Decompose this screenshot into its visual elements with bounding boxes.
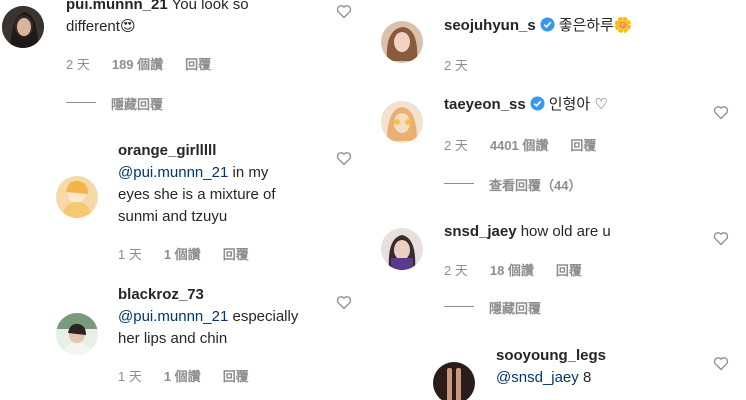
mention-link[interactable]: @pui.munnn_21	[118, 164, 228, 181]
heart-eyes-emoji: 😍	[119, 18, 136, 35]
comment-time[interactable]: 1 天	[118, 247, 142, 262]
comment-username[interactable]: sooyoung_legs	[496, 347, 606, 364]
heart-outline-icon[interactable]	[713, 105, 729, 120]
comment-username[interactable]: pui.munnn_21	[66, 0, 168, 13]
comment-time[interactable]: 2 天	[444, 58, 468, 73]
comment-username[interactable]: seojuhyun_s	[444, 17, 536, 34]
comment-body: 8	[578, 369, 592, 386]
comment-likes[interactable]: 1 個讚	[164, 247, 201, 262]
comment-meta: 2 天	[444, 55, 490, 74]
verified-badge-icon	[540, 17, 555, 32]
comment-time[interactable]: 2 天	[66, 57, 90, 72]
comment-body: in my	[228, 164, 269, 181]
comment-body-line3: sunmi and tzuyu	[118, 208, 228, 225]
avatar[interactable]	[2, 6, 44, 48]
comment-meta: 2 天 189 個讚 回覆	[66, 54, 233, 73]
comment-body: especially	[228, 308, 299, 325]
reply-button[interactable]: 回覆	[570, 138, 596, 153]
comment-username[interactable]: blackroz_73	[118, 286, 204, 303]
avatar[interactable]	[56, 313, 98, 355]
heart-outline-icon[interactable]	[713, 231, 729, 246]
hide-replies-button[interactable]: 隱藏回覆	[111, 94, 163, 113]
avatar[interactable]	[381, 21, 423, 63]
comment-text: pui.munnn_21 You look so different😍	[66, 0, 326, 38]
heart-outline-icon[interactable]	[336, 151, 352, 166]
comment-meta: 1 天 1 個讚 回覆	[118, 244, 271, 263]
comment-meta: 1 天 1 個讚 回覆	[118, 366, 271, 385]
view-replies-button[interactable]: 查看回覆（44）	[489, 175, 581, 194]
comment-body-line2: her lips and chin	[118, 330, 228, 347]
divider-line	[444, 183, 474, 184]
comment-body-line2: eyes she is a mixture of	[118, 186, 276, 203]
comment-time[interactable]: 2 天	[444, 138, 468, 153]
hide-replies-button[interactable]: 隱藏回覆	[489, 298, 541, 317]
avatar[interactable]	[381, 228, 423, 270]
comment-meta: 2 天 18 個讚 回覆	[444, 260, 604, 279]
verified-badge-icon	[530, 96, 545, 111]
flower-emoji: 🌼	[613, 17, 633, 34]
mention-link[interactable]: @pui.munnn_21	[118, 308, 228, 325]
reply-button[interactable]: 回覆	[223, 369, 249, 384]
comment-text: orange_girlllll @pui.munnn_21 in my eyes…	[118, 140, 328, 228]
comment-text: blackroz_73 @pui.munnn_21 especially her…	[118, 284, 338, 350]
comment-text: snsd_jaey how old are u	[444, 221, 704, 243]
heart-outline-icon[interactable]	[336, 295, 352, 310]
comment-username[interactable]: snsd_jaey	[444, 223, 517, 240]
divider-line	[444, 306, 474, 307]
comment-likes[interactable]: 189 個讚	[112, 57, 163, 72]
heart-outline-icon[interactable]	[713, 356, 729, 371]
avatar[interactable]	[381, 101, 423, 143]
avatar[interactable]	[433, 362, 475, 400]
comment-body: You look so	[171, 0, 249, 13]
comment-likes[interactable]: 1 個讚	[164, 369, 201, 384]
comment-body: how old are u	[520, 223, 611, 240]
comment-time[interactable]: 1 天	[118, 369, 142, 384]
comment-body: 인형아 ♡	[548, 96, 608, 113]
comment-text: seojuhyun_s 좋은하루🌼	[444, 15, 724, 37]
reply-button[interactable]: 回覆	[556, 263, 582, 278]
comment-username[interactable]: taeyeon_ss	[444, 96, 526, 113]
comment-text: taeyeon_ss 인형아 ♡	[444, 94, 724, 116]
heart-outline-icon[interactable]	[336, 4, 352, 19]
comment-meta: 2 天 4401 個讚 回覆	[444, 135, 618, 154]
comment-time[interactable]: 2 天	[444, 263, 468, 278]
reply-button[interactable]: 回覆	[185, 57, 211, 72]
mention-link[interactable]: @snsd_jaey	[496, 369, 579, 386]
avatar[interactable]	[56, 176, 98, 218]
divider-line	[66, 102, 96, 103]
comment-body-line2: different	[66, 18, 120, 35]
reply-button[interactable]: 回覆	[223, 247, 249, 262]
comment-likes[interactable]: 4401 個讚	[490, 138, 549, 153]
comment-username[interactable]: orange_girlllll	[118, 142, 216, 159]
comment-body: 좋은하루	[558, 17, 614, 34]
comment-text: sooyoung_legs @snsd_jaey 8	[496, 345, 716, 389]
comment-likes[interactable]: 18 個讚	[490, 263, 534, 278]
